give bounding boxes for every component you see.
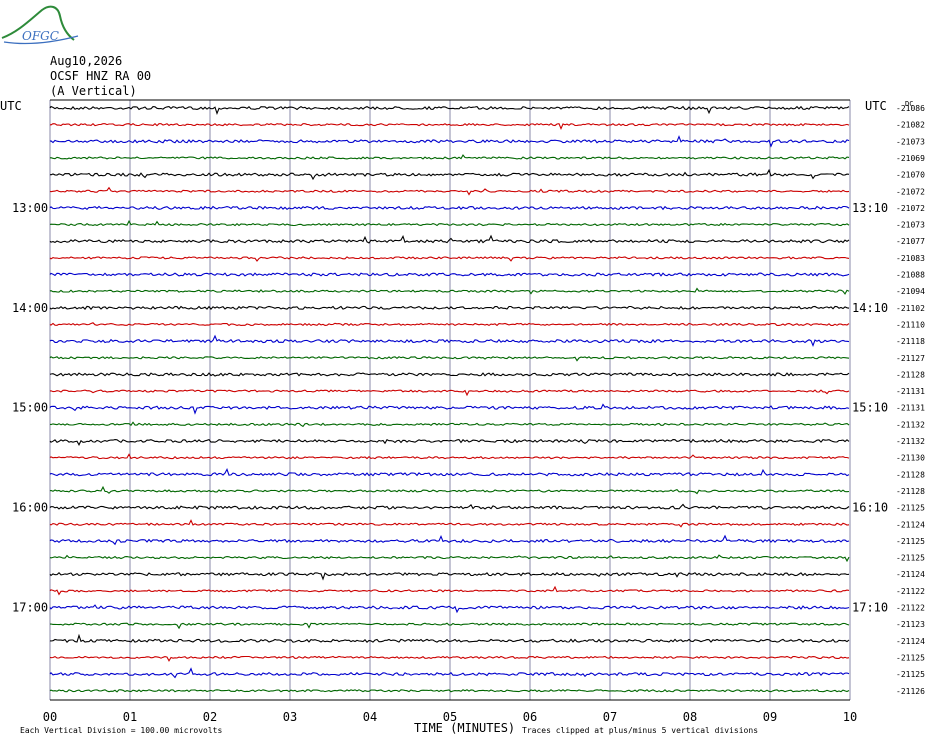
right-hour-label: 16:10 [852,501,888,515]
dc-offset-labels: -21086 -21082 -21073 -21069 -21070 -21072 -210… [896,104,925,696]
left-hour-label: 13:00 [12,201,48,215]
dc-offset-label: -21088 [896,271,925,280]
grid-layer [49,99,851,701]
dc-offset-label: -21127 [896,354,925,363]
left-hour-label: 14:00 [12,301,48,315]
right-utc-label: UTC [865,99,887,113]
x-tick-label: 01 [123,710,137,724]
dc-offset-label: -21073 [896,221,925,230]
x-tick-label: 00 [43,710,57,724]
dc-offset-label: -21124 [896,637,925,646]
dc-offset-label: -21086 [896,104,925,113]
scale-note: Each Vertical Division = 100.00 microvol… [20,726,222,735]
dc-offset-label: -21132 [896,420,925,429]
dc-offset-label: -21130 [896,454,925,463]
dc-offset-label: -21069 [896,154,925,163]
x-tick-label: 04 [363,710,377,724]
right-hour-label: 15:10 [852,401,888,415]
x-tick-label: 03 [283,710,297,724]
right-hour-label: 17:10 [852,601,888,615]
dc-offset-label: -21123 [896,620,925,629]
dc-offset-label: -21125 [896,537,925,546]
left-hour-labels: 13:00 14:00 15:00 16:00 17:00 [12,201,48,615]
dc-offset-label: -21110 [896,320,925,329]
dc-offset-label: -21094 [896,287,925,296]
dc-offset-label: -21128 [896,487,925,496]
dc-offset-label: -21126 [896,687,925,696]
right-hour-labels: 13:10 14:10 15:10 16:10 17:10 [852,201,888,615]
dc-offset-label: -21128 [896,370,925,379]
helicorder-plot: UTC UTC DC 13:0014:0015:0016:0017:00 13:… [0,99,925,735]
dc-offset-label: -21124 [896,520,925,529]
x-tick-label: 10 [843,710,857,724]
dc-offset-label: -21125 [896,504,925,513]
dc-offset-label: -21122 [896,587,925,596]
dc-offset-label: -21131 [896,387,925,396]
x-tick-label: 07 [603,710,617,724]
dc-offset-label: -21128 [896,470,925,479]
clip-note: Traces clipped at plus/minus 5 vertical … [522,726,758,735]
x-tick-label: 09 [763,710,777,724]
dc-offset-label: -21125 [896,670,925,679]
x-tick-label: 02 [203,710,217,724]
dc-offset-label: -21077 [896,237,925,246]
dc-offset-label: -21132 [896,437,925,446]
x-tick-label: 06 [523,710,537,724]
dc-offset-label: -21072 [896,204,925,213]
dc-offset-label: -21118 [896,337,925,346]
dc-offset-label: -21125 [896,554,925,563]
right-hour-label: 13:10 [852,201,888,215]
x-axis-title: TIME (MINUTES) [414,721,515,735]
left-hour-label: 15:00 [12,401,48,415]
left-hour-label: 16:00 [12,501,48,515]
right-hour-label: 14:10 [852,301,888,315]
dc-offset-label: -21131 [896,404,925,413]
left-utc-label: UTC [0,99,22,113]
dc-offset-label: -21073 [896,137,925,146]
dc-offset-label: -21125 [896,653,925,662]
dc-offset-label: -21102 [896,304,925,313]
dc-offset-label: -21124 [896,570,925,579]
dc-offset-label: -21070 [896,171,925,180]
left-hour-label: 17:00 [12,601,48,615]
dc-offset-label: -21122 [896,604,925,613]
dc-offset-label: -21082 [896,121,925,130]
x-tick-label: 08 [683,710,697,724]
dc-offset-label: -21072 [896,187,925,196]
dc-offset-label: -21083 [896,254,925,263]
